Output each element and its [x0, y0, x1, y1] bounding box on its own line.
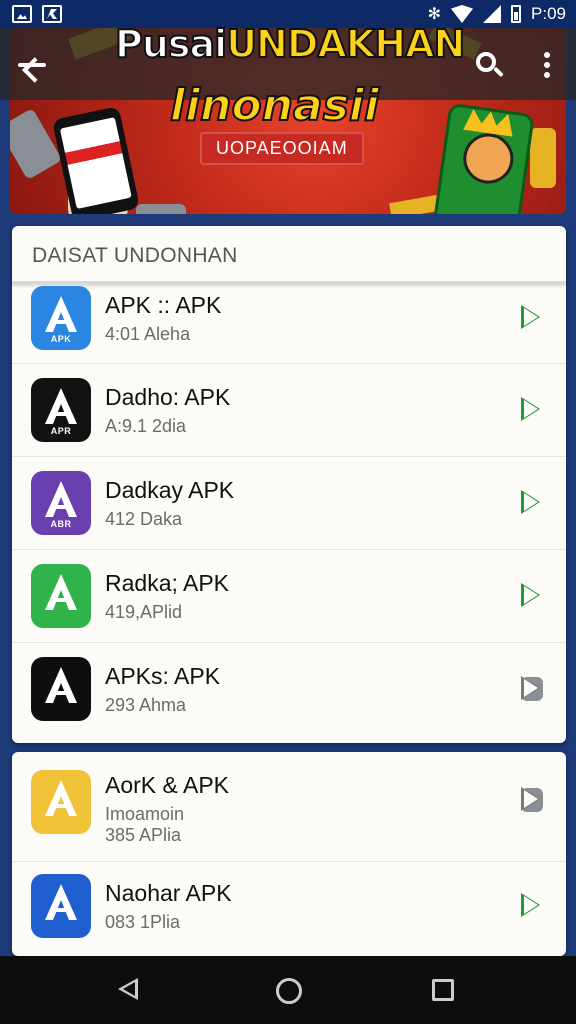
signal-icon	[483, 5, 502, 23]
app-logo-icon	[43, 665, 79, 705]
decor-tool	[136, 204, 186, 214]
decor-tool	[10, 108, 63, 180]
app-title: APKs: APK	[105, 663, 221, 689]
app-icon-label: ABR	[50, 519, 72, 529]
app-list-card: DAISAT UNDONHAN APK APK :: APK 4:01 Aleha A…	[12, 226, 566, 743]
app-icon	[31, 564, 91, 628]
list-item[interactable]: APKs: APK 293 Ahma	[12, 643, 566, 736]
app-logo-icon	[43, 572, 79, 612]
app-logo-icon	[43, 479, 79, 519]
app-logo-icon	[43, 386, 79, 426]
app-icon: APK	[31, 286, 91, 350]
app-icon	[31, 657, 91, 721]
banner-tag: UOPAEOOIAM	[200, 132, 364, 165]
app-logo-icon	[43, 882, 79, 922]
list-item[interactable]: Radka; APK 419,APlid	[12, 550, 566, 643]
play-button-icon[interactable]	[521, 305, 543, 330]
app-logo-icon	[43, 778, 79, 818]
list-item[interactable]: AorK & APK Imoamoin 385 APlia	[12, 752, 566, 862]
app-icon	[31, 770, 91, 834]
back-arrow-icon[interactable]	[16, 50, 50, 80]
app-title: AorK & APK	[105, 772, 230, 798]
system-nav-bar	[0, 956, 576, 1024]
app-meta: 083 1Plia	[105, 912, 181, 932]
list-item[interactable]: APK APK :: APK4:01 Aleha	[12, 284, 566, 364]
app-meta: 419,APlid	[105, 602, 183, 622]
phone-illustration	[51, 106, 141, 214]
app-icon: APR	[31, 378, 91, 442]
play-button-icon[interactable]	[521, 787, 543, 812]
nav-home-icon[interactable]	[276, 978, 302, 1004]
app-meta: 4:01 Aleha	[105, 324, 191, 344]
app-title: Radka; APK	[105, 570, 230, 596]
bluetooth-icon: ✻	[427, 6, 442, 23]
list-item[interactable]: APR Dadho: APK A:9.1 2dia	[12, 364, 566, 457]
app-icon: ABR	[31, 471, 91, 535]
app-title: Dadho: APK	[105, 384, 231, 410]
search-icon[interactable]	[472, 48, 506, 82]
mascot-illustration	[431, 102, 535, 214]
banner-title: PusaiUNDAKHAN	[114, 21, 466, 67]
app-icon-label: APK	[50, 334, 72, 344]
section-header: DAISAT UNDONHAN	[12, 226, 566, 284]
app-icon	[31, 874, 91, 938]
play-button-icon[interactable]	[521, 893, 543, 918]
play-button-icon[interactable]	[521, 397, 543, 422]
battery-icon	[511, 5, 522, 23]
app-list-card-secondary: AorK & APK Imoamoin 385 APlia Naohar APK 083…	[12, 752, 566, 956]
list-item[interactable]: ABR Dadkay APK 412 Daka	[12, 457, 566, 550]
app-meta: 385 APlia	[105, 825, 182, 845]
app-meta: A:9.1 2dia	[105, 416, 187, 436]
app-logo-icon	[43, 294, 79, 334]
wifi-icon	[451, 5, 474, 23]
clock: P:09	[531, 4, 566, 23]
app-subtitle: Imoamoin	[105, 804, 185, 824]
app-title: APK :: APK	[105, 292, 222, 318]
decor-gold	[530, 128, 556, 188]
app-icon-label: APR	[50, 426, 72, 436]
app-title: Naohar APK	[105, 880, 232, 906]
app-title: Dadkay APK	[105, 477, 235, 503]
more-options-icon[interactable]	[536, 48, 558, 82]
app-meta: 412 Daka	[105, 509, 183, 529]
app-icon	[42, 5, 62, 23]
banner-subtitle: linonasii	[169, 79, 380, 132]
nav-back-icon[interactable]	[118, 978, 138, 1000]
play-button-icon[interactable]	[521, 583, 543, 608]
play-button-icon[interactable]	[521, 490, 543, 515]
nav-recents-icon[interactable]	[432, 979, 454, 1001]
app-meta: 293 Ahma	[105, 695, 187, 715]
list-item[interactable]: Naohar APK 083 1Plia	[12, 862, 566, 956]
image-icon	[12, 5, 32, 23]
play-button-icon[interactable]	[521, 676, 543, 701]
